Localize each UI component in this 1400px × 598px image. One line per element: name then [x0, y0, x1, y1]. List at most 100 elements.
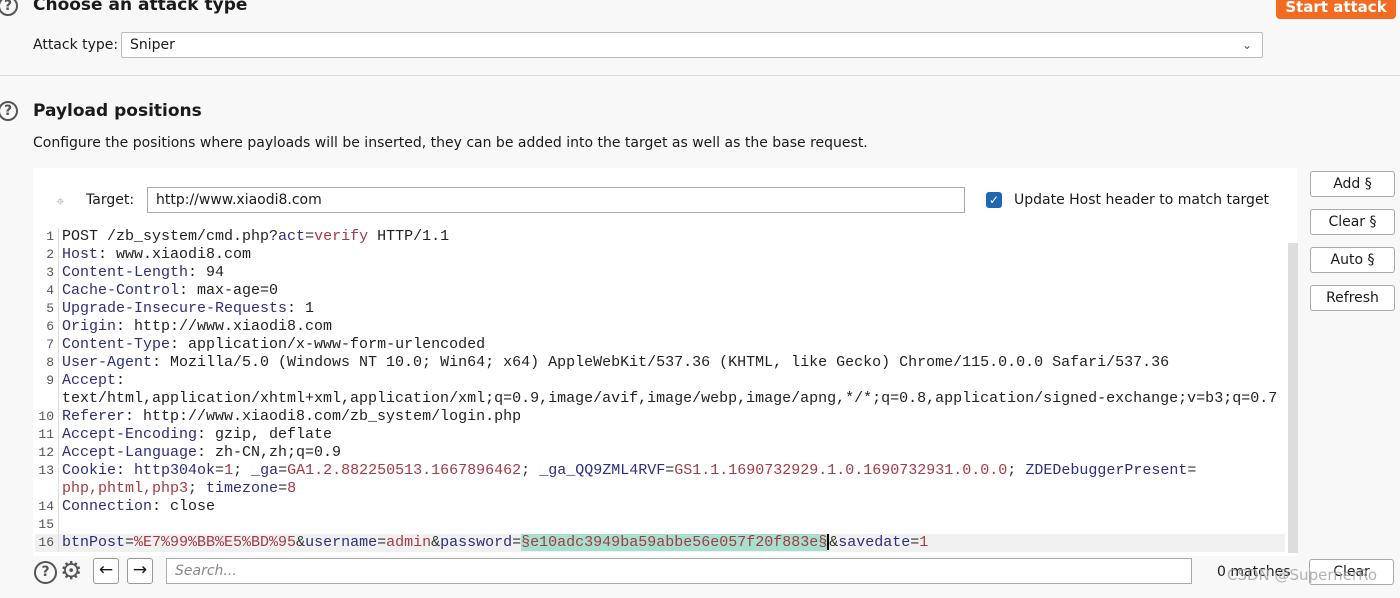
text-segment: &	[829, 534, 839, 551]
param-value: verify	[314, 228, 369, 245]
settings-gear-icon[interactable]: ⚙	[60, 556, 82, 585]
field-name: Referer	[62, 408, 126, 425]
field-name: Cache-Control	[62, 282, 180, 299]
param-value: 1	[919, 534, 929, 551]
field-name: act	[278, 228, 306, 245]
line-number: 8	[35, 354, 59, 372]
help-icon[interactable]: ?	[0, 101, 18, 121]
text-segment: &	[431, 534, 441, 551]
text-segment: :	[116, 372, 126, 389]
request-line[interactable]: 4 Cache-Control: max-age=0	[35, 282, 1285, 300]
crosshair-icon: ⌖	[56, 192, 65, 210]
text-segment: : Mozilla/5.0 (Windows NT 10.0; Win64; x…	[152, 354, 1170, 371]
field-name: Content-Type	[62, 336, 171, 353]
attack-type-heading: Choose an attack type	[33, 0, 248, 15]
text-segment: =	[665, 462, 675, 479]
help-icon[interactable]: ?	[0, 0, 18, 16]
text-segment: : gzip, deflate	[197, 426, 333, 443]
line-number: 16	[35, 534, 59, 552]
line-number: 1	[35, 228, 59, 246]
request-line[interactable]: 16 btnPost=%E7%99%BB%E5%BD%95&username=ad…	[35, 534, 1285, 552]
param-value: 1	[224, 462, 234, 479]
request-line[interactable]: 14 Connection: close	[35, 498, 1285, 516]
text-segment: =	[215, 462, 225, 479]
param-value: admin	[386, 534, 432, 551]
text-segment: text/html,application/xhtml+xml,applicat…	[62, 390, 1278, 407]
clear-markers-button[interactable]: Clear §	[1310, 209, 1395, 235]
field-name: btnPost	[62, 534, 126, 551]
field-name: username	[305, 534, 378, 551]
attack-type-label: Attack type:	[33, 37, 119, 53]
line-number: 7	[35, 336, 59, 354]
field-name: Cookie	[62, 462, 117, 479]
request-line[interactable]: 1 POST /zb_system/cmd.php?act=verify HTTP…	[35, 228, 1285, 246]
request-editor[interactable]: 1 POST /zb_system/cmd.php?act=verify HTTP…	[35, 228, 1285, 552]
add-marker-button[interactable]: Add §	[1310, 171, 1395, 197]
text-segment: &	[296, 534, 306, 551]
field-name: _ga	[251, 462, 279, 479]
param-value: 8	[287, 480, 297, 497]
request-line[interactable]: text/html,application/xhtml+xml,applicat…	[35, 390, 1285, 408]
previous-match-button[interactable]: ←	[93, 558, 119, 584]
request-line[interactable]: 2 Host: www.xiaodi8.com	[35, 246, 1285, 264]
search-input[interactable]: Search...	[166, 558, 1192, 584]
divider	[0, 75, 1400, 76]
field-name: http304ok	[134, 462, 216, 479]
update-host-checkbox[interactable]: ✓	[986, 192, 1002, 208]
text-segment: : close	[152, 498, 216, 515]
attack-type-select[interactable]: Sniper ⌄	[121, 32, 1263, 58]
request-line[interactable]: 3 Content-Length: 94	[35, 264, 1285, 282]
next-match-button[interactable]: →	[127, 558, 153, 584]
line-number: 5	[35, 300, 59, 318]
field-name: User-Agent	[62, 354, 153, 371]
request-line[interactable]: 9 Accept:	[35, 372, 1285, 390]
request-line[interactable]: 11 Accept-Encoding: gzip, deflate	[35, 426, 1285, 444]
auto-markers-button[interactable]: Auto §	[1310, 247, 1395, 273]
text-segment: =	[1187, 462, 1197, 479]
field-name: password	[440, 534, 513, 551]
watermark: CSDN @SuperherRo	[1227, 566, 1378, 584]
payload-positions-heading: Payload positions	[33, 101, 202, 121]
request-line[interactable]: 15	[35, 516, 1285, 534]
refresh-button[interactable]: Refresh	[1310, 285, 1395, 311]
request-line[interactable]: 10 Referer: http://www.xiaodi8.com/zb_sys…	[35, 408, 1285, 426]
param-value: GS1.1.1690732929.1.0.1690732931.0.0.0	[674, 462, 1008, 479]
text-segment: : www.xiaodi8.com	[98, 246, 252, 263]
field-name: Accept-Language	[62, 444, 198, 461]
field-name: Upgrade-Insecure-Requests	[62, 300, 288, 317]
request-line[interactable]: 7 Content-Type: application/x-www-form-ur…	[35, 336, 1285, 354]
field-name: savedate	[838, 534, 911, 551]
text-segment: : http://www.xiaodi8.com	[116, 318, 333, 335]
line-number: 10	[35, 408, 59, 426]
request-line[interactable]: 13 Cookie: http304ok=1; _ga=GA1.2.8822505…	[35, 462, 1285, 480]
line-number: 3	[35, 264, 59, 282]
text-segment: : application/x-www-form-urlencoded	[170, 336, 486, 353]
text-segment: : zh-CN,zh;q=0.9	[197, 444, 342, 461]
field-name: Accept-Encoding	[62, 426, 198, 443]
text-segment: =	[278, 480, 288, 497]
help-icon[interactable]: ?	[34, 561, 57, 584]
line-number: 12	[35, 444, 59, 462]
line-number	[35, 390, 59, 408]
text-segment: ;	[188, 480, 207, 497]
update-host-label: Update Host header to match target	[1014, 192, 1270, 208]
text-segment: ;	[1007, 462, 1026, 479]
request-line[interactable]: 8 User-Agent: Mozilla/5.0 (Windows NT 10.…	[35, 354, 1285, 372]
line-number: 14	[35, 498, 59, 516]
request-line[interactable]: 6 Origin: http://www.xiaodi8.com	[35, 318, 1285, 336]
line-number	[35, 480, 59, 498]
request-line[interactable]: 12 Accept-Language: zh-CN,zh;q=0.9	[35, 444, 1285, 462]
request-line[interactable]: 5 Upgrade-Insecure-Requests: 1	[35, 300, 1285, 318]
editor-scrollbar[interactable]	[1288, 243, 1298, 553]
field-name: _ga_QQ9ZML4RVF	[539, 462, 666, 479]
target-input[interactable]: http://www.xiaodi8.com	[147, 187, 965, 213]
text-segment: =	[125, 534, 135, 551]
chevron-down-icon: ⌄	[1241, 38, 1252, 52]
text-segment: ;	[233, 462, 252, 479]
text-segment: =	[305, 228, 315, 245]
field-name: Accept	[62, 372, 117, 389]
start-attack-button[interactable]: Start attack	[1276, 0, 1396, 19]
text-segment: POST /zb_system/cmd.php?	[62, 228, 279, 245]
request-line[interactable]: php,phtml,php3; timezone=8	[35, 480, 1285, 498]
payload-position-marker: §e10adc3949ba59abbe56e057f20f883e§	[521, 534, 828, 551]
